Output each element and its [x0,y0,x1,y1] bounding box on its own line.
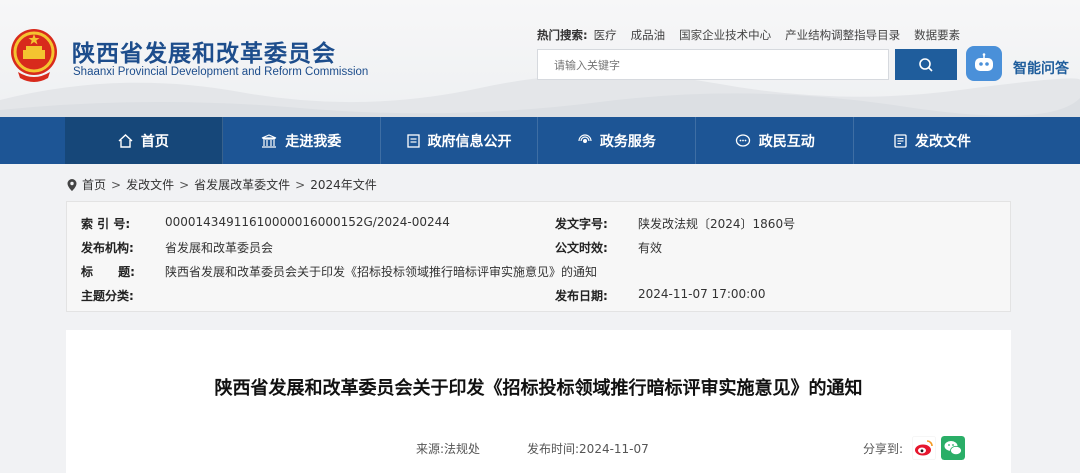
home-icon [118,133,133,148]
site-title-english: Shaanxi Provincial Development and Refor… [73,66,369,78]
validity-label: 公文时效: [555,241,608,255]
breadcrumb-separator: > [295,177,306,192]
index-label: 索 引 号: [81,217,131,231]
hot-search-label: 热门搜索: [537,28,588,42]
nav-item-documents[interactable]: 发改文件 [854,117,1011,164]
topic-label: 主题分类: [81,289,134,303]
building-icon [261,133,277,148]
document-info-panel: 索 引 号: 00001434911610000016000152G/2024-… [66,201,1011,312]
nav-item-label: 政府信息公开 [427,133,512,150]
doc-number-value: 陕发改法规〔2024〕1860号 [638,217,796,231]
article-source: 来源:法规处 [416,442,481,456]
nav-item-label: 走进我委 [285,133,342,150]
nav-item-label: 政民互动 [758,133,815,150]
article-panel: 陕西省发展和改革委员会关于印发《招标投标领域推行暗标评审实施意见》的通知 来源:… [66,330,1011,473]
nav-item-interaction[interactable]: 政民互动 [696,117,855,164]
nav-item-home[interactable]: 首页 [65,117,223,164]
chat-icon [735,133,750,147]
hot-search-item[interactable]: 产业结构调整指导目录 [785,27,900,43]
ai-assistant-button[interactable] [966,46,1002,81]
nav-item-label: 首页 [140,133,169,150]
breadcrumb-item[interactable]: 首页 [82,176,106,193]
article-publish-time: 发布时间:2024-11-07 [527,442,649,456]
location-pin-icon [67,178,77,191]
hot-search-item[interactable]: 医疗 [594,27,617,43]
breadcrumb-item[interactable]: 2024年文件 [310,176,377,193]
org-label: 发布机构: [81,241,134,255]
breadcrumb: 首页 > 发改文件 > 省发展改革委文件 > 2024年文件 [67,176,377,193]
search-icon [919,57,933,72]
title-value: 陕西省发展和改革委员会关于印发《招标投标领域推行暗标评审实施意见》的通知 [165,265,598,279]
file-icon [894,133,907,148]
nav-item-services[interactable]: 政务服务 [538,117,697,164]
nav-item-label: 政务服务 [599,133,656,150]
title-label: 标 题: [81,265,135,279]
service-icon [578,133,592,143]
document-icon [406,133,420,148]
site-header: 陕西省发展和改革委员会 Shaanxi Provincial Developme… [0,0,1080,117]
search-button[interactable] [895,49,957,80]
ai-assistant-label[interactable]: 智能问答 [1013,58,1069,78]
doc-number-label: 发文字号: [555,217,608,231]
wechat-icon[interactable] [941,436,965,460]
index-value: 00001434911610000016000152G/2024-00244 [165,215,450,229]
validity-value: 有效 [638,241,663,255]
breadcrumb-separator: > [179,177,190,192]
main-nav: 首页 走进我委 政府信息公开 政务服务 政民互动 发改文件 [0,117,1080,164]
search-field[interactable] [537,49,889,80]
publish-date-label: 发布日期: [555,289,608,303]
share-label: 分享到: [863,442,904,456]
site-title[interactable]: 陕西省发展和改革委员会 [72,34,336,68]
search-input[interactable] [554,59,874,72]
article-title: 陕西省发展和改革委员会关于印发《招标投标领域推行暗标评审实施意见》的通知 [214,378,863,399]
robot-icon [975,52,993,71]
weibo-icon[interactable] [912,436,936,460]
hot-search-item[interactable]: 成品油 [631,27,666,43]
nav-item-gov-info[interactable]: 政府信息公开 [381,117,539,164]
national-emblem-icon [11,29,57,82]
breadcrumb-item[interactable]: 省发展改革委文件 [194,176,290,193]
breadcrumb-separator: > [111,177,122,192]
hot-search-item[interactable]: 国家企业技术中心 [679,27,771,43]
publish-date-value: 2024-11-07 17:00:00 [638,287,766,301]
org-value: 省发展和改革委员会 [165,241,274,255]
nav-item-about[interactable]: 走进我委 [223,117,381,164]
nav-item-label: 发改文件 [915,133,972,150]
hot-search-bar: 热门搜索: 医疗 成品油 国家企业技术中心 产业结构调整指导目录 数据要素 [537,27,974,43]
hot-search-item[interactable]: 数据要素 [914,27,960,43]
breadcrumb-item[interactable]: 发改文件 [126,176,174,193]
